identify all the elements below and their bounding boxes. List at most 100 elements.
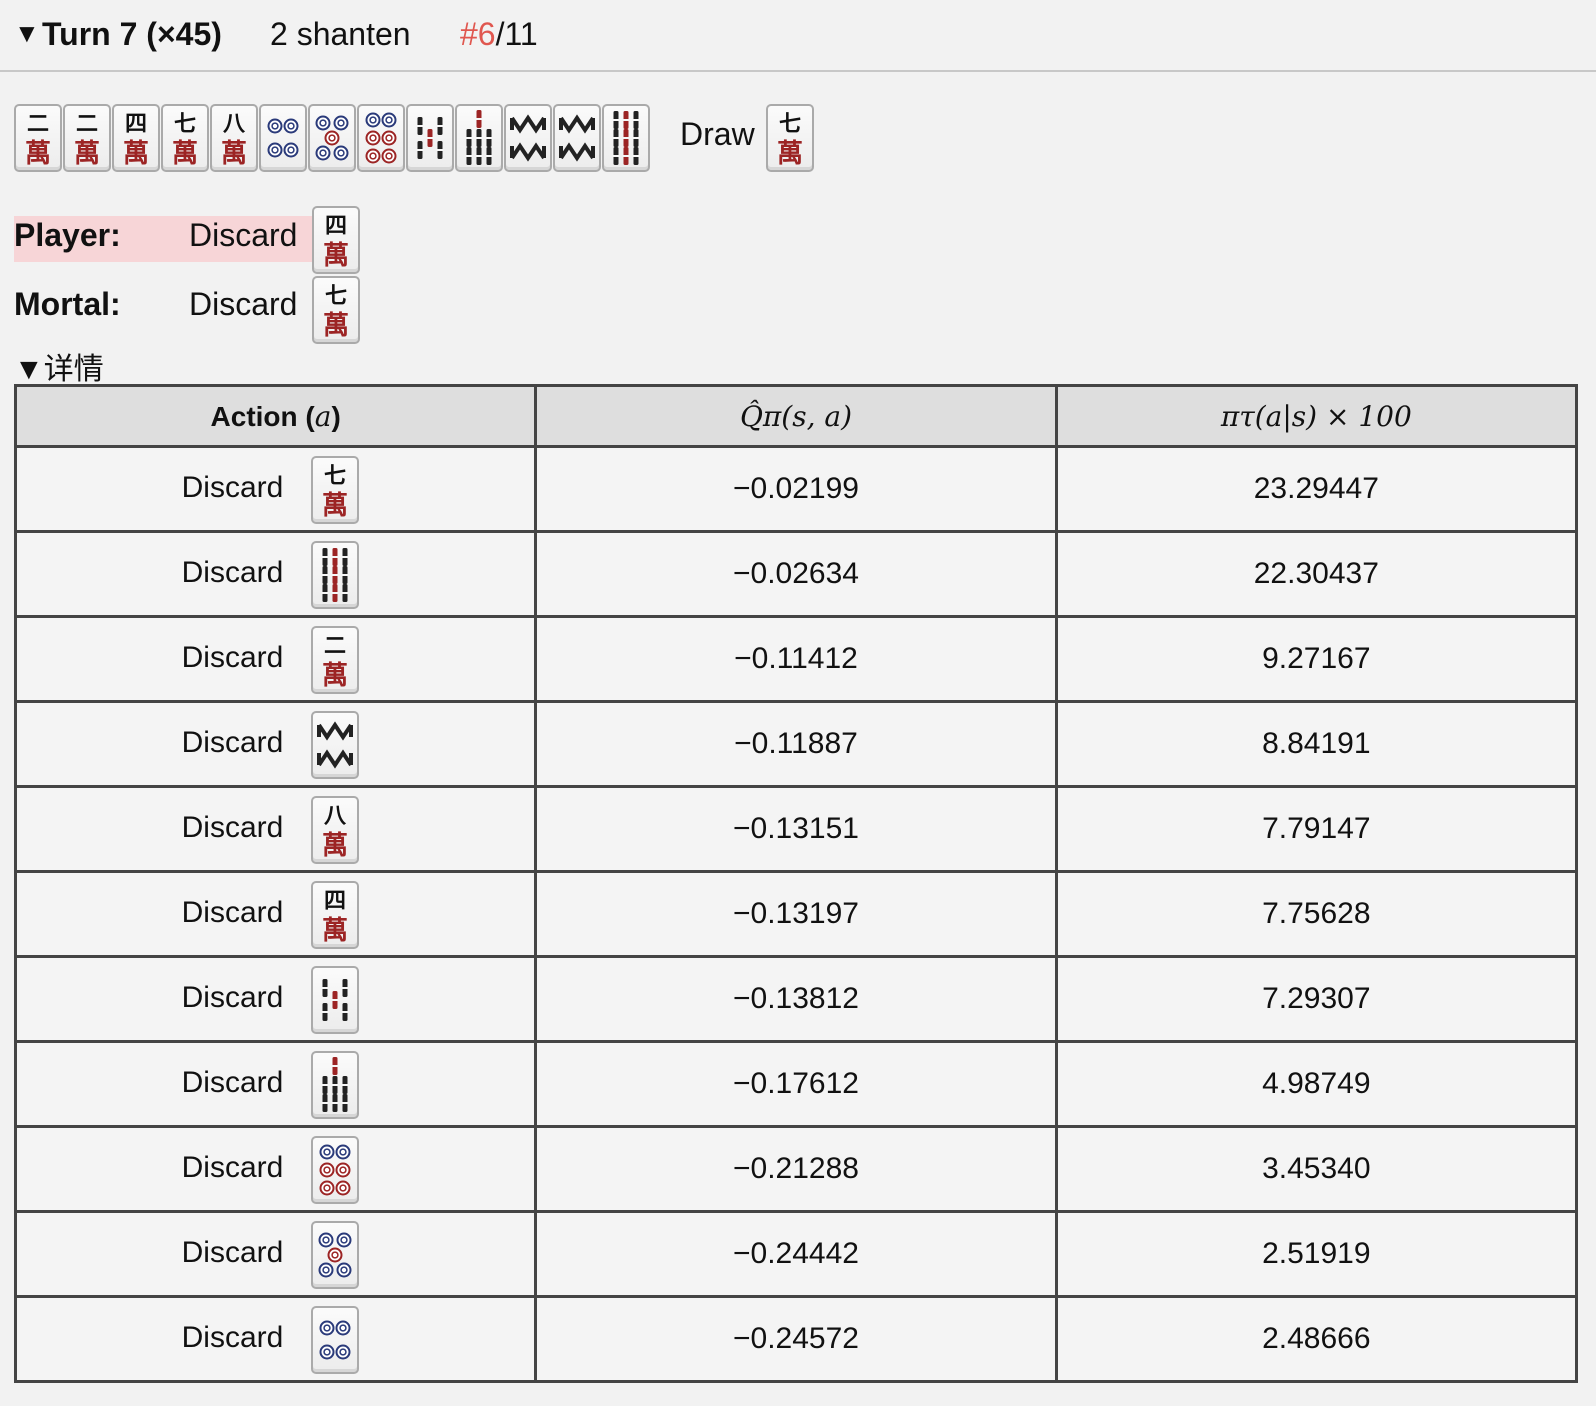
svg-text:萬: 萬 <box>777 139 803 169</box>
man-8-tile-icon: 八萬 <box>311 796 359 864</box>
action-cell: Discard 四萬 <box>13 870 538 958</box>
pin-6-tile-icon <box>311 1136 359 1204</box>
action-rank: #6/11 <box>460 16 538 53</box>
svg-text:萬: 萬 <box>172 139 198 169</box>
action-cell: Discard 八萬 <box>13 785 538 873</box>
svg-text:四: 四 <box>125 112 147 137</box>
q-value-cell: −0.02634 <box>534 530 1058 618</box>
action-cell: Discard 七萬 <box>13 445 538 533</box>
policy-cell: 8.84191 <box>1054 700 1579 788</box>
svg-text:八: 八 <box>324 804 347 829</box>
action-label: Discard <box>181 1236 284 1269</box>
action-label: Discard <box>181 556 284 589</box>
svg-text:四: 四 <box>325 214 347 239</box>
turn-header[interactable]: ▼ Turn 7 (×45) 2 shanten #6/11 <box>0 0 1596 72</box>
svg-text:七: 七 <box>174 112 196 137</box>
svg-text:萬: 萬 <box>322 831 348 861</box>
action-label: Discard <box>181 1321 284 1354</box>
table-row: Discard −0.24442 2.51919 <box>13 1210 1579 1298</box>
svg-text:四: 四 <box>324 889 346 914</box>
sou-5-tile-icon <box>406 104 454 172</box>
draw-tile: 七萬 <box>766 104 814 172</box>
q-value-cell: −0.02199 <box>534 445 1058 533</box>
man-4-tile-icon: 四萬 <box>112 104 160 172</box>
table-row: Discard −0.02634 22.30437 <box>13 530 1579 618</box>
svg-text:萬: 萬 <box>323 241 349 271</box>
policy-cell: 4.98749 <box>1054 1040 1579 1128</box>
svg-text:萬: 萬 <box>123 139 149 169</box>
action-label: Discard <box>181 981 284 1014</box>
draw-label: Draw <box>680 116 755 152</box>
pin-4-tile-icon <box>259 104 307 172</box>
table-row: Discard 二萬 −0.11412 9.27167 <box>13 615 1579 703</box>
svg-text:萬: 萬 <box>74 139 100 169</box>
policy-cell: 7.79147 <box>1054 785 1579 873</box>
collapse-triangle-icon[interactable]: ▼ <box>14 18 40 49</box>
action-label: Discard <box>181 726 284 759</box>
q-value-cell: −0.11412 <box>534 615 1058 703</box>
action-label: Discard <box>181 811 284 844</box>
mortal-label: Mortal: <box>14 286 121 322</box>
man-2-tile-icon: 二萬 <box>63 104 111 172</box>
policy-cell: 2.51919 <box>1054 1210 1579 1298</box>
player-label: Player: <box>14 217 121 253</box>
mortal-tile: 七萬 <box>312 276 360 344</box>
player-action: Discard <box>189 217 298 253</box>
svg-text:萬: 萬 <box>323 311 349 341</box>
svg-text:七: 七 <box>324 464 346 489</box>
mortal-action: Discard <box>189 286 298 322</box>
svg-text:萬: 萬 <box>322 916 348 946</box>
table-row: Discard −0.13812 7.29307 <box>13 955 1579 1043</box>
details-label: 详情 <box>43 353 104 386</box>
header-policy: πτ(a|s) × 100 <box>1054 384 1579 448</box>
rank-total: /11 <box>495 16 538 52</box>
policy-cell: 9.27167 <box>1054 615 1579 703</box>
man-8-tile-icon: 八萬 <box>210 104 258 172</box>
table-row: Discard 四萬 −0.13197 7.75628 <box>13 870 1579 958</box>
q-value-cell: −0.24442 <box>534 1210 1058 1298</box>
policy-cell: 3.45340 <box>1054 1125 1579 1213</box>
svg-text:二: 二 <box>27 112 49 137</box>
sou-9-tile-icon <box>602 104 650 172</box>
policy-cell: 7.75628 <box>1054 870 1579 958</box>
details-toggle[interactable]: ▼详情 <box>14 344 104 388</box>
man-7-tile-icon: 七萬 <box>311 456 359 524</box>
shanten-count: 2 shanten <box>270 16 411 52</box>
svg-text:二: 二 <box>76 112 98 137</box>
action-cell: Discard <box>13 1040 538 1128</box>
policy-cell: 22.30437 <box>1054 530 1579 618</box>
pin-4-tile-icon <box>311 1306 359 1374</box>
action-cell: Discard <box>13 700 538 788</box>
action-label: Discard <box>181 896 284 929</box>
q-value-cell: −0.11887 <box>534 700 1058 788</box>
svg-text:七: 七 <box>779 112 801 137</box>
svg-text:萬: 萬 <box>322 661 348 691</box>
player-tile: 四萬 <box>312 206 360 274</box>
sou-5-tile-icon <box>311 966 359 1034</box>
table-row: Discard −0.17612 4.98749 <box>13 1040 1579 1128</box>
header-action: Action (a) <box>13 384 538 448</box>
sou-8-tile-icon <box>504 104 552 172</box>
sou-7-tile-icon <box>311 1051 359 1119</box>
svg-text:萬: 萬 <box>322 491 348 521</box>
svg-text:二: 二 <box>324 634 346 659</box>
turn-title: Turn 7 (×45) <box>42 16 222 52</box>
q-value-cell: −0.24572 <box>534 1295 1058 1383</box>
policy-cell: 2.48666 <box>1054 1295 1579 1383</box>
details-triangle-icon[interactable]: ▼ <box>14 353 44 386</box>
table-row: Discard 七萬 −0.02199 23.29447 <box>13 445 1579 533</box>
q-value-cell: −0.17612 <box>534 1040 1058 1128</box>
svg-text:萬: 萬 <box>221 139 247 169</box>
q-value-cell: −0.13812 <box>534 955 1058 1043</box>
sou-8-tile-icon <box>553 104 601 172</box>
action-label: Discard <box>181 641 284 674</box>
pin-6-tile-icon <box>357 104 405 172</box>
action-cell: Discard <box>13 530 538 618</box>
table-row: Discard −0.21288 3.45340 <box>13 1125 1579 1213</box>
action-cell: Discard 二萬 <box>13 615 538 703</box>
action-label: Discard <box>181 1151 284 1184</box>
svg-text:萬: 萬 <box>25 139 51 169</box>
action-cell: Discard <box>13 1125 538 1213</box>
action-cell: Discard <box>13 1295 538 1383</box>
q-value-cell: −0.13151 <box>534 785 1058 873</box>
